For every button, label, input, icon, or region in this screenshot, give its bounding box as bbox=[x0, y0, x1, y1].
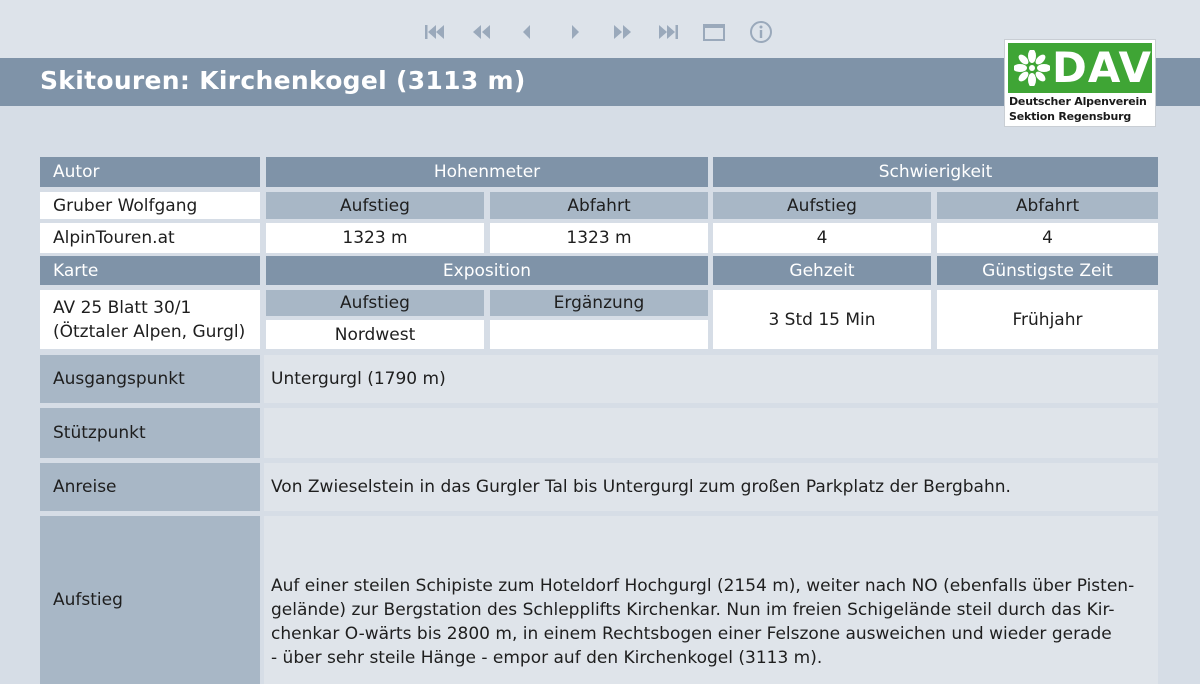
schwierigkeit-aufstieg-value: 4 bbox=[713, 223, 931, 253]
stuetzpunkt-label: Stützpunkt bbox=[40, 408, 260, 458]
autor-name: Gruber Wolfgang bbox=[40, 192, 260, 219]
schwierigkeit-abfahrt-value: 4 bbox=[937, 223, 1158, 253]
fast-forward-icon bbox=[614, 25, 631, 39]
hoehenmeter-aufstieg-value: 1323 m bbox=[266, 223, 484, 253]
logo-text: DAV bbox=[1052, 43, 1153, 92]
window-button[interactable] bbox=[699, 18, 729, 46]
ausgangspunkt-label: Ausgangspunkt bbox=[40, 355, 260, 403]
exposition-ergaenzung-header: Ergänzung bbox=[490, 290, 708, 316]
edelweiss-icon bbox=[1014, 50, 1050, 86]
guenstigste-zeit-value: Frühjahr bbox=[937, 290, 1158, 349]
autor-header: Autor bbox=[40, 157, 260, 187]
anreise-value: Von Zwieselstein in das Gurgler Tal bis … bbox=[264, 463, 1158, 511]
skip-last-icon bbox=[659, 25, 678, 39]
exposition-aufstieg-value: Nordwest bbox=[266, 320, 484, 349]
skip-first-icon bbox=[425, 25, 444, 39]
hoehenmeter-header: Hohenmeter bbox=[266, 157, 708, 187]
rewind-button[interactable] bbox=[467, 18, 497, 46]
aufstieg-label: Aufstieg bbox=[40, 516, 260, 684]
info-button[interactable] bbox=[746, 18, 776, 46]
logo-subtitle-1: Deutscher Alpenverein bbox=[1009, 95, 1147, 108]
page-title: Skitouren: Kirchenkogel (3113 m) bbox=[40, 66, 526, 95]
gehzeit-header: Gehzeit bbox=[713, 256, 931, 285]
first-page-button[interactable] bbox=[420, 18, 450, 46]
logo-subtitle-2: Sektion Regensburg bbox=[1009, 110, 1131, 123]
hoehenmeter-abfahrt-header: Abfahrt bbox=[490, 192, 708, 219]
stuetzpunkt-value bbox=[264, 408, 1158, 458]
schwierigkeit-header: Schwierigkeit bbox=[713, 157, 1158, 187]
logo-badge: DAV bbox=[1008, 43, 1152, 93]
window-icon bbox=[703, 24, 725, 41]
last-page-button[interactable] bbox=[653, 18, 683, 46]
previous-icon bbox=[523, 25, 530, 39]
dav-logo: DAV Deutscher Alpenverein Sektion Regens… bbox=[1004, 39, 1156, 127]
next-button[interactable] bbox=[560, 18, 590, 46]
info-icon bbox=[750, 21, 772, 43]
schwierigkeit-aufstieg-header: Aufstieg bbox=[713, 192, 931, 219]
guenstigste-zeit-header: Günstigste Zeit bbox=[937, 256, 1158, 285]
exposition-ergaenzung-value bbox=[490, 320, 708, 349]
previous-button[interactable] bbox=[512, 18, 542, 46]
exposition-header: Exposition bbox=[266, 256, 708, 285]
anreise-label: Anreise bbox=[40, 463, 260, 511]
gehzeit-value: 3 Std 15 Min bbox=[713, 290, 931, 349]
next-icon bbox=[572, 25, 579, 39]
fast-forward-button[interactable] bbox=[607, 18, 637, 46]
hoehenmeter-aufstieg-header: Aufstieg bbox=[266, 192, 484, 219]
aufstieg-description: Auf einer steilen Schipiste zum Hoteldor… bbox=[271, 576, 1135, 668]
karte-header: Karte bbox=[40, 256, 260, 285]
rewind-icon bbox=[473, 25, 490, 39]
karte-value: AV 25 Blatt 30/1 (Ötztaler Alpen, Gurgl) bbox=[40, 290, 260, 349]
autor-website: AlpinTouren.at bbox=[40, 223, 260, 253]
schwierigkeit-abfahrt-header: Abfahrt bbox=[937, 192, 1158, 219]
exposition-aufstieg-header: Aufstieg bbox=[266, 290, 484, 316]
hoehenmeter-abfahrt-value: 1323 m bbox=[490, 223, 708, 253]
ausgangspunkt-value: Untergurgl (1790 m) bbox=[264, 355, 1158, 403]
